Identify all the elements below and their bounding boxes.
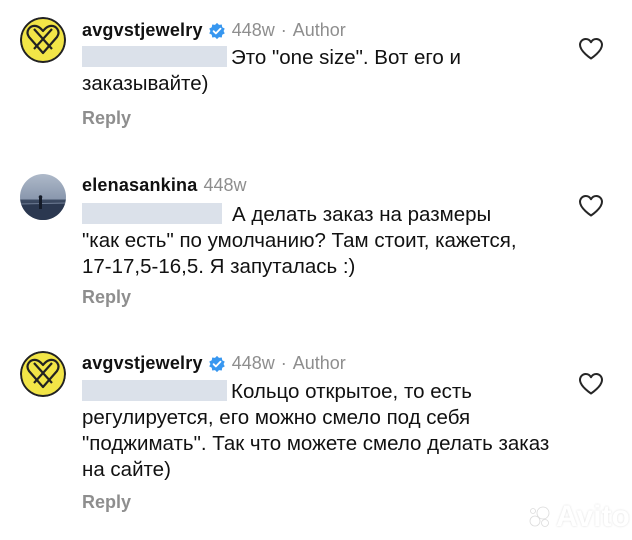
author-badge: Author (292, 353, 346, 373)
reply-button[interactable]: Reply (82, 287, 131, 308)
like-button[interactable] (578, 194, 604, 218)
comment-text-block: Это "one size". Вот его и заказывайте) (82, 45, 502, 97)
comment-age: 448w (203, 175, 247, 195)
like-button[interactable] (578, 37, 604, 61)
heart-outline-icon (579, 195, 603, 217)
verified-badge-icon (208, 22, 226, 40)
blurred-mention (82, 380, 227, 401)
reply-button[interactable]: Reply (82, 492, 131, 513)
avatar[interactable] (20, 17, 66, 63)
author-badge: Author (292, 20, 346, 40)
comment-text-block: Кольцо открытое, то есть регулируется, е… (82, 379, 552, 483)
watermark-text: Avito (556, 500, 630, 533)
avatar[interactable] (20, 174, 66, 220)
heart-outline-icon (579, 373, 603, 395)
username[interactable]: avgvstjewelry (82, 353, 203, 374)
avito-watermark: Avito (528, 500, 630, 534)
blurred-mention (82, 203, 222, 224)
comment-text-block: А делать заказ на размеры "как есть" по … (82, 202, 522, 280)
heart-outline-icon (579, 38, 603, 60)
heart-knot-logo (20, 17, 66, 63)
heart-knot-logo (20, 351, 66, 397)
comment-header: avgvstjewelry 448w · Author (82, 353, 346, 374)
separator-dot: · (280, 20, 287, 40)
reply-button[interactable]: Reply (82, 108, 131, 129)
username[interactable]: elenasankina (82, 175, 197, 196)
verified-badge-icon (208, 355, 226, 373)
username[interactable]: avgvstjewelry (82, 20, 203, 41)
comment-age: 448w (231, 20, 275, 40)
comment-age: 448w (231, 353, 275, 373)
user-photo-avatar (20, 174, 66, 220)
separator-dot: · (280, 353, 287, 373)
comment-header: avgvstjewelry 448w · Author (82, 20, 346, 41)
like-button[interactable] (578, 372, 604, 396)
blurred-mention (82, 46, 227, 67)
comment-header: elenasankina 448w (82, 175, 247, 196)
avatar[interactable] (20, 351, 66, 397)
avito-logo-icon (529, 506, 550, 527)
